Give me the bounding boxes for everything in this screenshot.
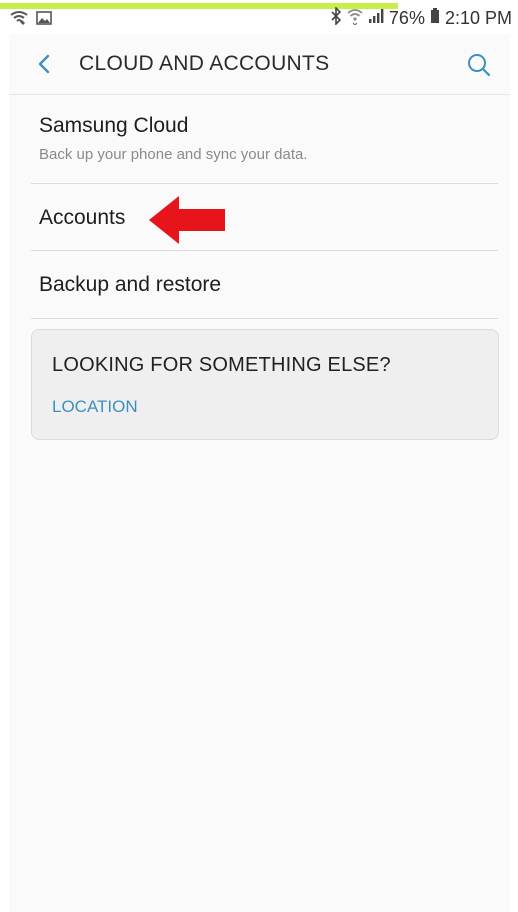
settings-list: Samsung Cloud Back up your phone and syn… <box>31 94 498 319</box>
settings-screen: 76% 2:10 PM CLOUD AND ACCOUNTS Samsung C… <box>0 0 518 912</box>
battery-icon <box>430 8 440 29</box>
signal-icon <box>368 8 384 29</box>
right-margin <box>510 0 518 912</box>
list-item-title: Backup and restore <box>39 273 222 296</box>
left-margin <box>0 0 9 912</box>
list-item-subtitle: Back up your phone and sync your data. <box>39 146 308 163</box>
suggestion-card: LOOKING FOR SOMETHING ELSE? LOCATION <box>31 329 499 440</box>
bluetooth-icon <box>330 6 342 30</box>
chevron-left-icon <box>38 54 50 74</box>
app-bar: CLOUD AND ACCOUNTS <box>9 34 510 95</box>
list-item-samsung-cloud[interactable]: Samsung Cloud Back up your phone and syn… <box>31 94 498 184</box>
list-item-title: Accounts <box>39 206 126 229</box>
red-arrow-icon <box>149 196 225 244</box>
suggestion-card-title: LOOKING FOR SOMETHING ELSE? <box>52 354 391 376</box>
clock: 2:10 PM <box>444 8 512 28</box>
wifi-icon <box>347 7 363 30</box>
status-right-icons: 76% 2:10 PM <box>330 6 512 30</box>
back-button[interactable] <box>31 50 57 78</box>
search-icon <box>468 54 491 77</box>
location-link[interactable]: LOCATION <box>52 397 138 417</box>
search-button[interactable] <box>464 50 494 80</box>
page-title: CLOUD AND ACCOUNTS <box>79 52 330 75</box>
status-bar: 76% 2:10 PM <box>0 0 518 34</box>
list-item-accounts[interactable]: Accounts <box>31 184 498 251</box>
image-notification-icon <box>36 11 52 30</box>
battery-percent: 76% <box>388 8 425 28</box>
list-item-backup-and-restore[interactable]: Backup and restore <box>31 251 498 319</box>
list-item-title: Samsung Cloud <box>39 114 189 137</box>
wifi-call-icon <box>10 10 28 31</box>
status-left-icons <box>10 10 52 31</box>
